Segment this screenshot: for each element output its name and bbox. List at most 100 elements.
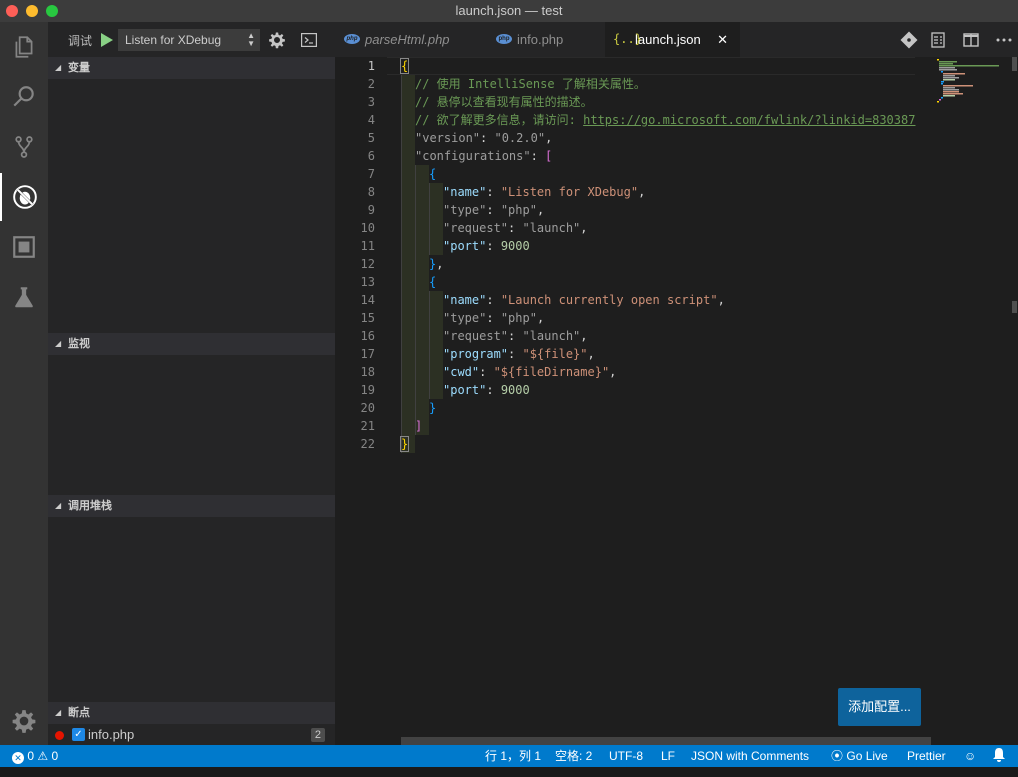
- more-actions-icon[interactable]: [995, 31, 1013, 49]
- code-line: "request": "launch",: [443, 329, 588, 343]
- debug-sidebar: 调试 Listen for XDebug ▲ ▼ ◢ 变量 ◢ 监视 ◢ 调用堆栈…: [48, 22, 335, 745]
- vertical-scrollbar[interactable]: [1010, 57, 1018, 745]
- open-changes-icon[interactable]: [900, 31, 918, 49]
- code-line: // 使用 IntelliSense 了解相关属性。: [415, 77, 646, 91]
- horizontal-scrollbar[interactable]: [401, 737, 931, 745]
- code-line: "version": "0.2.0",: [415, 131, 553, 145]
- line-number: 22: [360, 437, 375, 451]
- files-icon: [15, 36, 33, 58]
- open-launch-json-gear-icon[interactable]: [268, 31, 286, 49]
- indent-guide: [415, 165, 429, 435]
- debug-view-title: 调试: [68, 34, 93, 48]
- call-stack-section-header[interactable]: ◢ 调用堆栈: [48, 495, 335, 517]
- minimap[interactable]: [933, 57, 1008, 745]
- extensions-icon: [13, 236, 35, 258]
- line-number: 12: [360, 257, 375, 271]
- tab-label: parseHtml.php: [365, 32, 450, 47]
- collapse-triangle-icon: ◢: [55, 501, 62, 510]
- line-number: 4: [367, 113, 375, 127]
- code-line: "request": "launch",: [443, 221, 588, 235]
- scrollbar-thumb[interactable]: [1012, 57, 1017, 71]
- breakpoints-section-header[interactable]: ◢ 断点: [48, 702, 335, 724]
- status-bar: ✕ 0 ⚠ 0 行 1，列 1 空格: 2 UTF-8 LF JSON with…: [0, 745, 1018, 767]
- code-line: "configurations": [: [415, 149, 553, 163]
- start-debugging-button[interactable]: [101, 33, 113, 47]
- scrollbar-marker: [1012, 301, 1017, 313]
- line-number: 16: [360, 329, 375, 343]
- line-number: 6: [367, 149, 375, 163]
- line-number: 7: [367, 167, 375, 181]
- window-title: launch.json — test: [455, 3, 563, 18]
- code-line: "type": "php",: [443, 203, 545, 217]
- watch-section-header[interactable]: ◢ 监视: [48, 333, 335, 355]
- json-braces-icon: {..}: [613, 32, 642, 46]
- gear-icon: [12, 710, 36, 733]
- php-icon: php: [496, 34, 512, 44]
- tab-info-php[interactable]: php info.php: [487, 22, 607, 57]
- broadcast-icon: ⦿: [831, 749, 844, 763]
- line-number: 19: [360, 383, 375, 397]
- window-bottom-edge: [0, 767, 1018, 777]
- watch-section-title: 监视: [68, 338, 90, 350]
- debug-toolbar: 调试 Listen for XDebug ▲ ▼: [48, 22, 335, 57]
- breakpoint-line-badge: 2: [310, 728, 325, 742]
- explorer-button[interactable]: [0, 23, 48, 71]
- window-close-button[interactable]: [6, 5, 18, 17]
- code-line: },: [429, 257, 444, 271]
- debug-icon: [13, 185, 37, 209]
- close-tab-icon[interactable]: ✕: [717, 22, 728, 57]
- manage-button[interactable]: [0, 697, 48, 745]
- feedback-smiley-icon[interactable]: ☺: [964, 745, 976, 767]
- code-line: "name": "Launch currently open script",: [443, 293, 725, 307]
- variables-section-title: 变量: [68, 62, 90, 74]
- debug-button[interactable]: [0, 173, 48, 221]
- tab-label: info.php: [517, 32, 564, 47]
- collapse-triangle-icon: ◢: [55, 708, 62, 717]
- cursor-position[interactable]: 行 1，列 1: [485, 745, 541, 767]
- search-icon: [13, 86, 34, 107]
- warning-count: 0: [51, 749, 59, 763]
- php-icon: php: [344, 34, 360, 44]
- code-line: {: [429, 275, 437, 289]
- source-control-button[interactable]: [0, 123, 48, 171]
- add-configuration-button[interactable]: 添加配置...: [838, 688, 921, 726]
- end-of-line[interactable]: LF: [661, 745, 675, 767]
- go-live-button[interactable]: ⦿ Go Live: [831, 745, 888, 767]
- breakpoint-item[interactable]: ✓ info.php 2: [48, 724, 335, 746]
- language-mode[interactable]: JSON with Comments: [691, 745, 809, 767]
- code-editor[interactable]: 1 2 3 4 5 6 7 8 9 10 11 12 13 14 15 16 17 18 19 20 21 22 { //…: [335, 57, 1018, 745]
- window-minimize-button[interactable]: [26, 5, 38, 17]
- breakpoint-enabled-checkbox[interactable]: ✓: [72, 728, 85, 741]
- extensions-button[interactable]: [0, 223, 48, 271]
- code-line: "cwd": "${fileDirname}",: [443, 365, 617, 379]
- split-editor-icon[interactable]: [962, 31, 980, 49]
- test-button[interactable]: [0, 273, 48, 321]
- variables-section-header[interactable]: ◢ 变量: [48, 57, 335, 79]
- code-line: "program": "${file}",: [443, 347, 595, 361]
- tab-parsehtml-php[interactable]: php parseHtml.php: [335, 22, 480, 57]
- line-number: 15: [360, 311, 375, 325]
- indentation-setting[interactable]: 空格: 2: [555, 745, 592, 767]
- tab-label: launch.json: [635, 32, 701, 47]
- file-encoding[interactable]: UTF-8: [609, 745, 643, 767]
- prettier-status[interactable]: Prettier: [907, 745, 946, 767]
- line-number: 21: [360, 419, 375, 433]
- activity-bar: [0, 22, 48, 745]
- search-button[interactable]: [0, 73, 48, 121]
- notifications-bell-icon[interactable]: [993, 745, 1005, 767]
- breakpoints-section-title: 断点: [68, 707, 90, 719]
- docs-link[interactable]: https://go.microsoft.com/fwlink/?linkid=…: [583, 113, 915, 127]
- title-bar: launch.json — test: [0, 0, 1018, 22]
- debug-console-icon[interactable]: [301, 33, 317, 47]
- line-number: 10: [360, 221, 375, 235]
- code-line: ]: [415, 419, 423, 433]
- line-number: 9: [367, 203, 375, 217]
- code-line: "type": "php",: [443, 311, 545, 325]
- debug-configuration-select[interactable]: Listen for XDebug ▲ ▼: [118, 29, 260, 51]
- problems-indicator[interactable]: ✕ 0 ⚠ 0: [12, 745, 58, 767]
- window-maximize-button[interactable]: [46, 5, 58, 17]
- open-preview-icon[interactable]: [929, 31, 947, 49]
- code-line: }: [429, 401, 437, 415]
- line-number: 17: [360, 347, 375, 361]
- tab-launch-json[interactable]: {..} launch.json ✕: [605, 22, 740, 57]
